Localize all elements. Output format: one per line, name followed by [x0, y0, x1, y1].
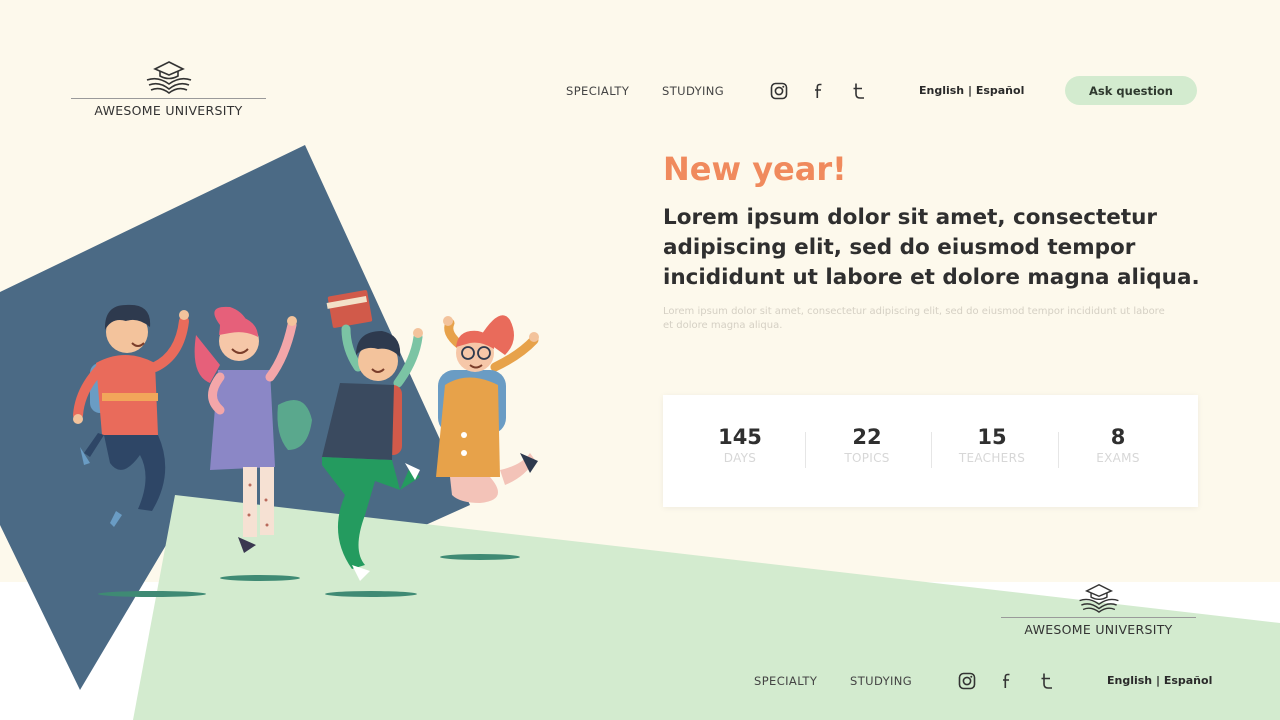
student-boy-striped — [73, 304, 189, 527]
footer-nav-specialty[interactable]: SPECIALTY — [754, 674, 817, 688]
stat-teachers: 15 TEACHERS — [929, 425, 1055, 465]
lang-separator: | — [1152, 674, 1164, 687]
nav-specialty[interactable]: SPECIALTY — [566, 84, 629, 98]
student-girl-glasses — [436, 315, 539, 503]
stat-value: 145 — [718, 425, 762, 449]
logo-divider — [71, 98, 266, 99]
language-switcher: English | Español — [919, 84, 1024, 97]
twitter-icon[interactable] — [1037, 671, 1057, 691]
stat-label: EXAMS — [1096, 451, 1140, 465]
instagram-icon[interactable] — [769, 81, 789, 101]
stat-label: DAYS — [723, 451, 757, 465]
student-boy-with-book — [322, 290, 423, 581]
jumping-students-illustration — [73, 290, 539, 597]
stats-card: 145 DAYS 22 TOPICS 15 TEACHERS 8 EXAMS — [663, 395, 1198, 507]
facebook-icon[interactable] — [809, 81, 829, 101]
twitter-icon[interactable] — [849, 81, 869, 101]
lang-english[interactable]: English — [919, 84, 964, 97]
stat-days: 145 DAYS — [677, 425, 803, 465]
lang-separator: | — [964, 84, 976, 97]
header-logo[interactable]: AWESOME UNIVERSITY — [71, 60, 266, 118]
hero-subtitle: Lorem ipsum dolor sit amet, consectetur … — [663, 205, 1200, 290]
stat-value: 22 — [852, 425, 882, 449]
stat-label: TOPICS — [844, 451, 890, 465]
facebook-icon[interactable] — [997, 671, 1017, 691]
hero-title: New year! — [663, 150, 847, 188]
hero-description: Lorem ipsum dolor sit amet, consectetur … — [663, 306, 1165, 331]
lang-spanish[interactable]: Español — [976, 84, 1025, 97]
nav-studying[interactable]: STUDYING — [662, 84, 724, 98]
logo-text: AWESOME UNIVERSITY — [94, 103, 243, 118]
stat-value: 8 — [1110, 425, 1126, 449]
footer-logo[interactable]: AWESOME UNIVERSITY — [1001, 583, 1196, 637]
graduation-cap-book-icon — [146, 61, 191, 94]
ask-question-button[interactable]: Ask question — [1065, 76, 1197, 105]
graduation-cap-book-icon — [1078, 583, 1119, 613]
instagram-icon[interactable] — [957, 671, 977, 691]
stat-label: TEACHERS — [958, 451, 1026, 465]
lang-english[interactable]: English — [1107, 674, 1152, 687]
footer-language-switcher: English | Español — [1107, 674, 1212, 687]
stat-value: 15 — [977, 425, 1007, 449]
logo-text: AWESOME UNIVERSITY — [1024, 622, 1173, 637]
stat-exams: 8 EXAMS — [1055, 425, 1181, 465]
footer-nav-studying[interactable]: STUDYING — [850, 674, 912, 688]
student-girl-pink-hair — [194, 306, 312, 553]
stat-topics: 22 TOPICS — [804, 425, 930, 465]
lang-spanish[interactable]: Español — [1164, 674, 1213, 687]
logo-divider — [1001, 617, 1196, 618]
